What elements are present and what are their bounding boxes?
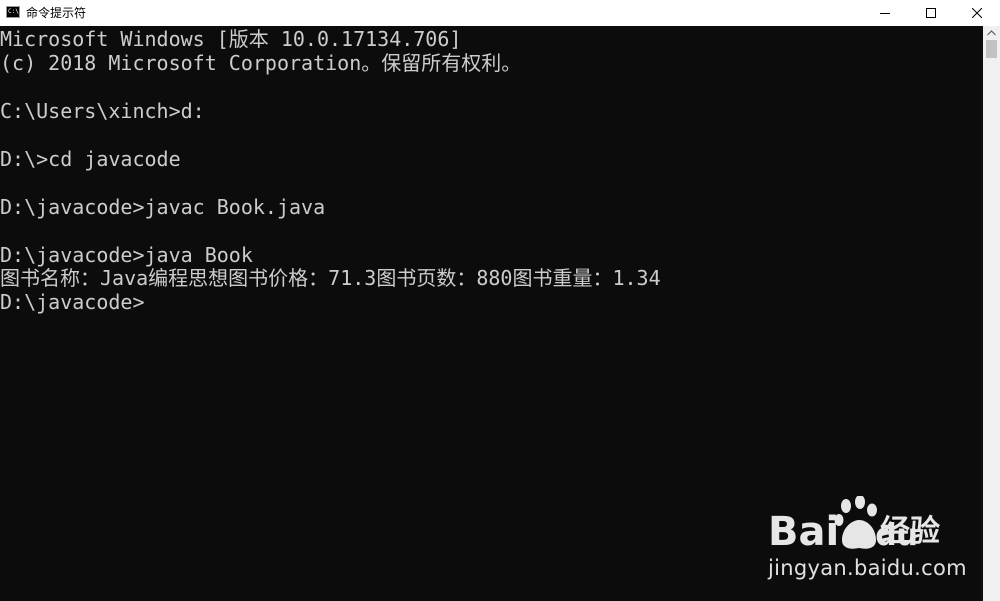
minimize-button[interactable] (862, 0, 908, 26)
window-title: 命令提示符 (26, 6, 87, 20)
close-icon (972, 8, 982, 18)
console-line: (c) 2018 Microsoft Corporation。保留所有权利。 (0, 51, 522, 75)
cmd-window: C:\ 命令提示符 Microsoft Windows [版本 10.0.171… (0, 0, 1000, 601)
scroll-thumb[interactable] (986, 40, 997, 58)
console-line: D:\javacode>java Book (0, 243, 253, 267)
minimize-icon (880, 13, 890, 14)
watermark-url: jingyan.baidu.com (768, 556, 967, 580)
chevron-up-icon (987, 29, 996, 35)
console-line: D:\>cd javacode (0, 147, 181, 171)
maximize-icon (926, 8, 936, 18)
baidu-jingyan-brand: 经验 (880, 514, 940, 549)
console-line: 图书名称：Java编程思想图书价格：71.3图书页数：880图书重量：1.34 (0, 266, 661, 290)
close-button[interactable] (954, 0, 1000, 26)
cmd-app-icon[interactable]: C:\ (6, 6, 20, 18)
console-line: D:\javacode>javac Book.java (0, 195, 326, 219)
console-line: C:\Users\xinch>d: (0, 99, 205, 123)
console-line: Microsoft Windows [版本 10.0.17134.706] (0, 27, 462, 51)
baidu-logo-bai: Bai (768, 509, 840, 555)
baidu-paw-icon (834, 496, 877, 549)
console-prompt: D:\javacode> (0, 290, 145, 314)
baidu-jingyan-watermark: Bai du 经验 jingyan.baidu.com (768, 494, 968, 584)
title-bar[interactable]: C:\ 命令提示符 (0, 0, 1000, 26)
scroll-up-button[interactable] (983, 26, 1000, 39)
vertical-scrollbar[interactable] (983, 26, 1000, 601)
maximize-button[interactable] (908, 0, 954, 26)
